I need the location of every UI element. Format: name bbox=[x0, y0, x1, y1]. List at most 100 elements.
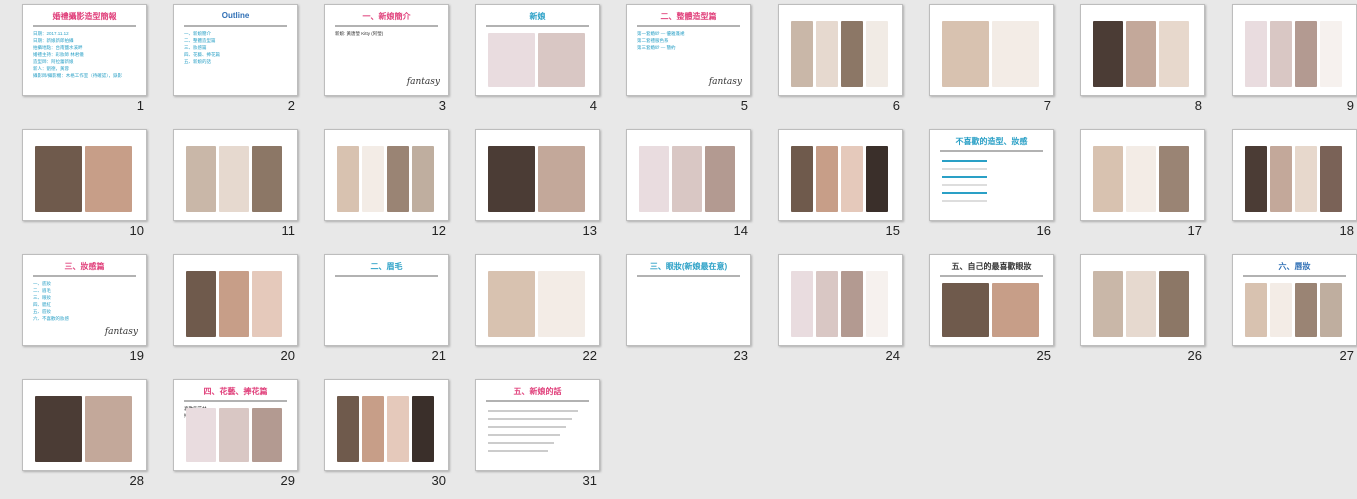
title-underline bbox=[1243, 275, 1346, 277]
slide-thumbnail[interactable] bbox=[778, 254, 903, 346]
slide-thumbnail[interactable] bbox=[1232, 129, 1357, 221]
photo-placeholder bbox=[705, 146, 735, 212]
title-underline bbox=[33, 275, 136, 277]
photo-placeholder bbox=[942, 21, 989, 87]
slide-thumbnail[interactable] bbox=[173, 254, 298, 346]
slide-thumbnail[interactable]: Outline 一、新娘簡介 二、整體造型篇 三、妝感篇 四、花藝、捧花篇 五、新娘的話 bbox=[173, 4, 298, 96]
slide-thumbnail[interactable]: 二、整體造型篇 第一套婚紗 — 優雅蓬裙 第二套禮服色系 第三套婚紗 — 簡約 fant… bbox=[626, 4, 751, 96]
slide-cell: 一、新娘簡介 新娘: 黃唐瑩 Kitty (阿瑩) fantasy 3 bbox=[302, 0, 452, 118]
photo-placeholder bbox=[672, 146, 702, 212]
slide-thumbnail[interactable]: 不喜歡的造型、妝感 bbox=[929, 129, 1054, 221]
photo-placeholder bbox=[538, 146, 585, 212]
slide-cell: 17 bbox=[1058, 125, 1208, 243]
photo-placeholder bbox=[219, 146, 249, 212]
slide-thumbnail[interactable] bbox=[929, 4, 1054, 96]
slide-text-line: 五、唇妝 bbox=[33, 309, 51, 314]
slide-number: 10 bbox=[129, 223, 144, 238]
slide-text-line: 婚禮主持：彩妝師 林君儀 bbox=[33, 52, 84, 57]
slide-number: 18 bbox=[1339, 223, 1354, 238]
slide-thumbnail[interactable] bbox=[1080, 4, 1205, 96]
slide-thumbnail[interactable]: 三、妝感篇 一、底妝 二、眉毛 三、眼妝 四、腮紅 五、唇妝 六、不喜歡的妝感 fantasy bbox=[22, 254, 147, 346]
slide-cell: 新娘 4 bbox=[453, 0, 603, 118]
photo-placeholder bbox=[488, 146, 535, 212]
slide-cell: 7 bbox=[907, 0, 1057, 118]
logo-mark: fantasy bbox=[708, 77, 742, 87]
slide-number: 1 bbox=[136, 98, 144, 113]
photo-placeholder bbox=[992, 21, 1039, 87]
slide-cell: 30 bbox=[302, 375, 452, 493]
slide-text-line: 五、新娘的話 bbox=[184, 59, 211, 64]
photo-placeholder bbox=[362, 146, 384, 212]
photo-placeholder bbox=[866, 146, 888, 212]
slide-number: 20 bbox=[280, 348, 295, 363]
slide-cell: 11 bbox=[151, 125, 301, 243]
photo-placeholder bbox=[841, 271, 863, 337]
slide-thumbnail[interactable] bbox=[626, 129, 751, 221]
photo-placeholder bbox=[1093, 21, 1123, 87]
slide-thumbnail[interactable]: 六、唇妝 bbox=[1232, 254, 1357, 346]
slide-thumbnail[interactable] bbox=[324, 379, 449, 471]
slide-thumbnail[interactable] bbox=[173, 129, 298, 221]
slide-thumbnail[interactable] bbox=[324, 129, 449, 221]
text-line bbox=[488, 418, 572, 420]
slide-thumbnail[interactable]: 婚禮攝影造型簡報 日期：2017.11.12 日期：新娘新郎拍攝 拍攝地點：台南鹽水溪… bbox=[22, 4, 147, 96]
slide-number: 4 bbox=[589, 98, 597, 113]
photo-placeholder bbox=[252, 271, 282, 337]
slide-title: 二、整體造型篇 bbox=[660, 12, 717, 21]
slide-thumbnail[interactable] bbox=[778, 129, 903, 221]
slide-thumbnail[interactable]: 五、自己的最喜歡眼妝 bbox=[929, 254, 1054, 346]
photo-placeholder bbox=[1270, 283, 1292, 337]
slide-cell: 10 bbox=[0, 125, 150, 243]
slide-cell: 六、唇妝 27 bbox=[1210, 250, 1357, 368]
photo-placeholder bbox=[1159, 21, 1189, 87]
slide-text-line: 造型師：阿拉蕾新娘 bbox=[33, 59, 74, 64]
text-line bbox=[488, 434, 560, 436]
slide-cell: 婚禮攝影造型簡報 日期：2017.11.12 日期：新娘新郎拍攝 拍攝地點：台南鹽水溪… bbox=[0, 0, 150, 118]
list-line bbox=[942, 168, 987, 170]
slide-thumbnail[interactable] bbox=[1080, 129, 1205, 221]
slide-cell: 15 bbox=[756, 125, 906, 243]
slide-number: 26 bbox=[1187, 348, 1202, 363]
slide-cell: 28 bbox=[0, 375, 150, 493]
photo-placeholder bbox=[412, 146, 434, 212]
slide-thumbnail[interactable] bbox=[778, 4, 903, 96]
slide-title: 二、眉毛 bbox=[370, 262, 403, 271]
slide-cell: 6 bbox=[756, 0, 906, 118]
slide-thumbnail[interactable] bbox=[1080, 254, 1205, 346]
slide-cell: 二、眉毛 21 bbox=[302, 250, 452, 368]
photo-placeholder bbox=[538, 271, 585, 337]
photo-placeholder bbox=[1295, 283, 1317, 337]
text-line bbox=[488, 426, 566, 428]
slide-text-line: 新人：劉德，黃蓉 bbox=[33, 66, 69, 71]
slide-thumbnail[interactable]: 三、眼妝(新娘最在意) bbox=[626, 254, 751, 346]
slide-number: 31 bbox=[582, 473, 597, 488]
slide-text-line: 一、新娘簡介 bbox=[184, 31, 211, 36]
slide-thumbnail[interactable] bbox=[475, 129, 600, 221]
photo-placeholder bbox=[387, 396, 409, 462]
photo-placeholder bbox=[1320, 21, 1342, 87]
slide-cell: 18 bbox=[1210, 125, 1357, 243]
slide-thumbnail[interactable] bbox=[1232, 4, 1357, 96]
photo-placeholder bbox=[219, 271, 249, 337]
photo-placeholder bbox=[992, 283, 1039, 337]
slide-text-line: 四、花藝、捧花篇 bbox=[184, 52, 220, 57]
slide-thumbnail[interactable] bbox=[475, 254, 600, 346]
slide-number: 22 bbox=[582, 348, 597, 363]
slide-number: 8 bbox=[1194, 98, 1202, 113]
slide-thumbnail[interactable]: 二、眉毛 bbox=[324, 254, 449, 346]
slide-thumbnail[interactable]: 新娘 bbox=[475, 4, 600, 96]
slide-thumbnail[interactable] bbox=[22, 379, 147, 471]
slide-thumbnail[interactable] bbox=[22, 129, 147, 221]
photo-placeholder bbox=[35, 396, 82, 462]
photo-placeholder bbox=[866, 21, 888, 87]
slide-thumbnail[interactable]: 一、新娘簡介 新娘: 黃唐瑩 Kitty (阿瑩) fantasy bbox=[324, 4, 449, 96]
slide-text-line: 日期：新娘新郎拍攝 bbox=[33, 38, 74, 43]
photo-placeholder bbox=[639, 146, 669, 212]
photo-placeholder bbox=[252, 408, 282, 462]
photo-placeholder bbox=[538, 33, 585, 87]
photo-placeholder bbox=[1320, 283, 1342, 337]
text-line bbox=[488, 450, 548, 452]
slide-number: 24 bbox=[885, 348, 900, 363]
slide-thumbnail[interactable]: 五、新娘的話 bbox=[475, 379, 600, 471]
slide-thumbnail[interactable]: 四、花藝、捧花篇喜歡的花材捧花顏色 bbox=[173, 379, 298, 471]
